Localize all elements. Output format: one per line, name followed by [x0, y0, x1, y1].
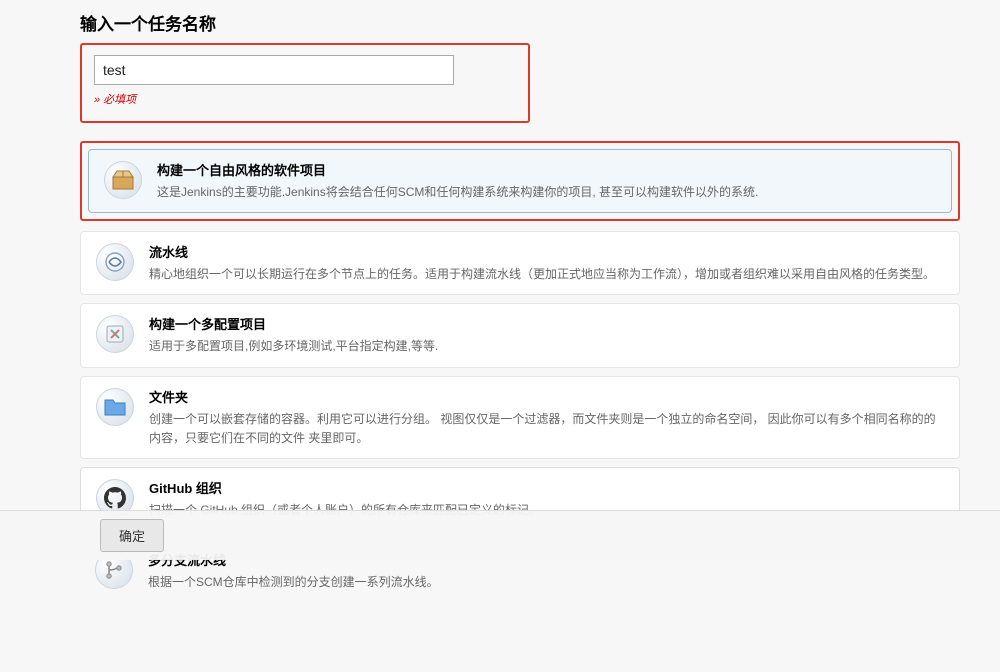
freestyle-icon: [103, 160, 143, 200]
item-title: 流水线: [149, 242, 945, 261]
footer-bar: 确定: [0, 510, 1000, 560]
page-heading: 输入一个任务名称: [80, 10, 960, 35]
ok-button[interactable]: 确定: [100, 519, 164, 552]
item-desc: 这是Jenkins的主要功能.Jenkins将会结合任何SCM和任何构建系统来构…: [157, 183, 937, 202]
item-desc: 根据一个SCM仓库中检测到的分支创建一系列流水线。: [148, 573, 946, 592]
item-title: 构建一个自由风格的软件项目: [157, 160, 937, 179]
job-type-multiconfig[interactable]: 构建一个多配置项目 适用于多配置项目,例如多环境测试,平台指定构建,等等.: [80, 303, 960, 367]
job-type-freestyle[interactable]: 构建一个自由风格的软件项目 这是Jenkins的主要功能.Jenkins将会结合…: [88, 149, 952, 213]
multiconfig-icon: [95, 314, 135, 354]
item-desc: 创建一个可以嵌套存储的容器。利用它可以进行分组。 视图仅仅是一个过滤器，而文件夹…: [149, 410, 945, 448]
job-type-folder[interactable]: 文件夹 创建一个可以嵌套存储的容器。利用它可以进行分组。 视图仅仅是一个过滤器，…: [80, 376, 960, 459]
item-name-input[interactable]: [94, 55, 454, 85]
name-highlight-box: » 必填项: [80, 43, 530, 123]
item-title: 文件夹: [149, 387, 945, 406]
selected-highlight-box: 构建一个自由风格的软件项目 这是Jenkins的主要功能.Jenkins将会结合…: [80, 141, 960, 221]
item-title: 构建一个多配置项目: [149, 314, 945, 333]
item-title: GitHub 组织: [149, 478, 945, 497]
required-hint: » 必填项: [94, 91, 516, 107]
item-desc: 精心地组织一个可以长期运行在多个节点上的任务。适用于构建流水线（更加正式地应当称…: [149, 265, 945, 284]
job-type-pipeline[interactable]: 流水线 精心地组织一个可以长期运行在多个节点上的任务。适用于构建流水线（更加正式…: [80, 231, 960, 295]
pipeline-icon: [95, 242, 135, 282]
item-desc: 适用于多配置项目,例如多环境测试,平台指定构建,等等.: [149, 337, 945, 356]
folder-icon: [95, 387, 135, 427]
